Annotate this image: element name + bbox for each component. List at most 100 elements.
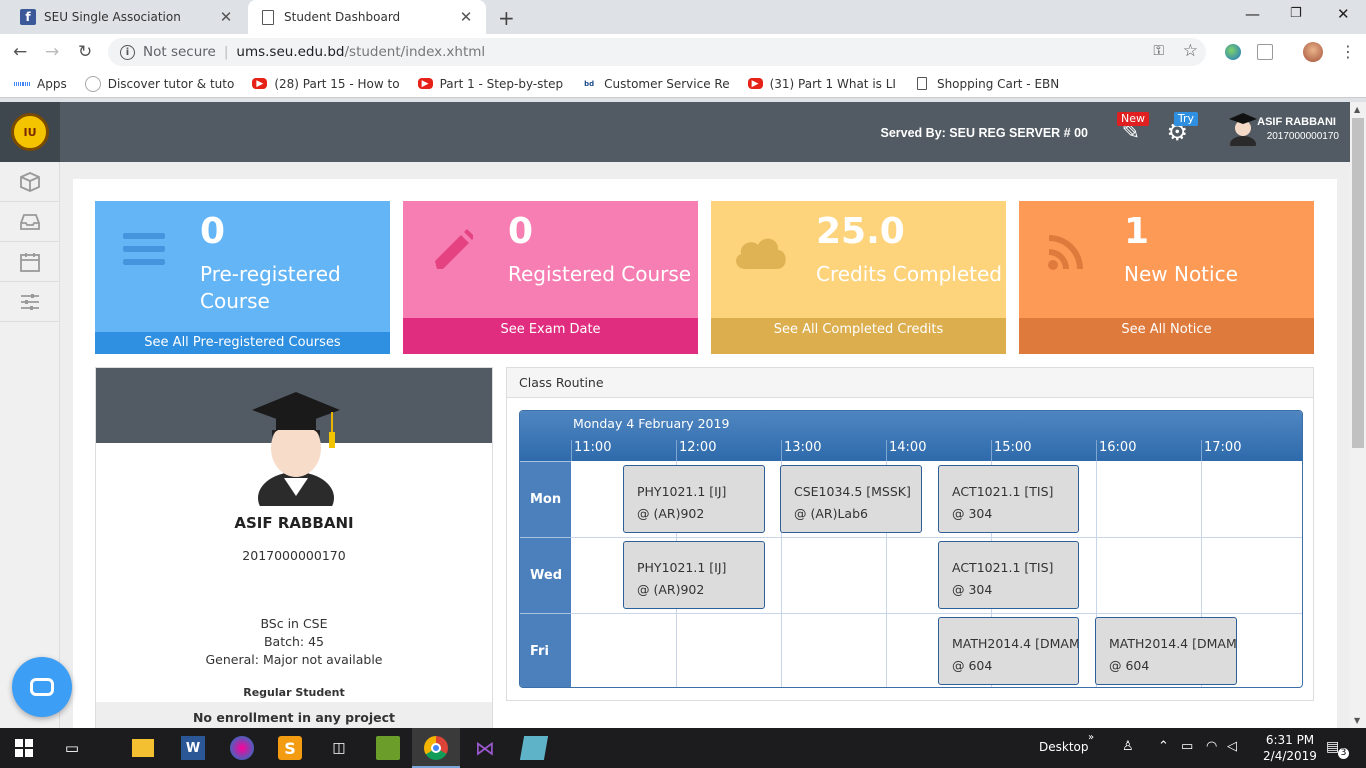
class-event[interactable]: PHY1021.1 [IJ] @ (AR)902 [623, 465, 765, 533]
battery-icon[interactable]: ▭ [1181, 739, 1193, 754]
desktop-toolbar-label[interactable]: Desktop [1039, 740, 1089, 754]
maximize-button[interactable]: ❐ [1290, 6, 1302, 21]
event-room: @ 304 [952, 582, 993, 597]
day-label-fri: Fri [520, 613, 571, 687]
key-icon[interactable]: ⚿ [1153, 43, 1164, 59]
people-icon[interactable]: ♙ [1122, 739, 1134, 754]
stat-card-notice[interactable]: 1 New Notice See All Notice [1019, 201, 1314, 354]
bookmark-apps[interactable]: Apps [14, 76, 67, 92]
header-user-name[interactable]: ASIF RABBANI [1257, 116, 1336, 128]
see-all-credits-link[interactable]: See All Completed Credits [711, 318, 1006, 354]
sidebar-item-calendar[interactable] [0, 242, 59, 282]
university-logo[interactable]: IU [0, 102, 60, 162]
stat-card-credits[interactable]: 25.0 Credits Completed See All Completed… [711, 201, 1006, 354]
new-tab-button[interactable]: + [498, 6, 515, 30]
main-content: 0 Pre-registered Course See All Pre-regi… [60, 162, 1350, 740]
reader-icon[interactable]: ◫ [327, 736, 351, 760]
chevron-icon[interactable]: » [1088, 732, 1094, 743]
close-tab-icon[interactable]: ✕ [218, 8, 234, 26]
bookmark-shopping-cart[interactable]: Shopping Cart - EBN [914, 76, 1059, 92]
file-explorer-icon[interactable] [132, 739, 154, 757]
windows-taskbar: ▭ W S ◫ ⋈ Desktop » ♙ ⌃ ▭ ◠ ◁ 6:31 PM 2/… [0, 728, 1366, 768]
close-tab-icon[interactable]: ✕ [458, 8, 474, 26]
minimize-button[interactable]: — [1245, 5, 1260, 23]
menu-dots-icon[interactable]: ⋮ [1340, 42, 1356, 61]
bookmark-label: (31) Part 1 What is LI [769, 76, 896, 91]
window-close-button[interactable]: ✕ [1337, 5, 1350, 23]
bookmark-youtube-part15[interactable]: ▶ (28) Part 15 - How to [252, 77, 400, 91]
class-event[interactable]: CSE1034.5 [MSSK] @ (AR)Lab6 [780, 465, 922, 533]
wifi-icon[interactable]: ◠ [1206, 739, 1217, 754]
profile-avatar-icon[interactable] [1303, 42, 1323, 62]
tab-title: Student Dashboard [284, 10, 401, 24]
see-all-notice-link[interactable]: See All Notice [1019, 318, 1314, 354]
chat-widget-button[interactable] [12, 657, 72, 717]
rss-icon [1048, 235, 1083, 270]
globe-extension-icon[interactable] [1225, 44, 1241, 60]
dashboard-panel: 0 Pre-registered Course See All Pre-regi… [73, 179, 1337, 740]
notepad-icon[interactable] [519, 736, 549, 760]
registered-label: Registered Course [508, 262, 692, 286]
sidebar-item-courses[interactable] [0, 162, 59, 202]
word-icon[interactable]: W [181, 736, 205, 760]
tools-icon[interactable] [376, 736, 400, 760]
see-exam-date-link[interactable]: See Exam Date [403, 318, 698, 354]
event-course: MATH2014.4 [DMAM] [952, 636, 1079, 651]
reload-icon[interactable]: ↻ [78, 42, 92, 62]
paint-icon[interactable] [230, 736, 254, 760]
tab-student-dashboard[interactable]: Student Dashboard ✕ [248, 0, 486, 34]
page-icon [260, 9, 276, 25]
class-event[interactable]: PHY1021.1 [IJ] @ (AR)902 [623, 541, 765, 609]
student-id: 2017000000170 [242, 548, 346, 563]
see-all-preregistered-link[interactable]: See All Pre-registered Courses [95, 332, 390, 354]
bookmark-youtube-li[interactable]: ▶ (31) Part 1 What is LI [747, 76, 896, 91]
sidebar-item-settings[interactable] [0, 282, 59, 322]
sidebar-item-inbox[interactable] [0, 202, 59, 242]
info-icon[interactable]: i [120, 44, 135, 60]
bookmark-youtube-part1[interactable]: ▶ Part 1 - Step-by-step [417, 77, 563, 91]
class-event[interactable]: MATH2014.4 [DMAM] @ 604 [1095, 617, 1237, 685]
cube-icon [19, 171, 40, 192]
tray-up-icon[interactable]: ⌃ [1158, 739, 1169, 754]
page-icon [914, 76, 930, 92]
class-event[interactable]: ACT1021.1 [TIS] @ 304 [938, 541, 1079, 609]
row-line [571, 613, 1302, 614]
pencil-icon [435, 229, 473, 269]
class-event[interactable]: MATH2014.4 [DMAM] @ 604 [938, 617, 1079, 685]
back-icon[interactable]: ← [13, 42, 27, 62]
event-course: ACT1021.1 [TIS] [952, 484, 1054, 499]
volume-icon[interactable]: ◁ [1227, 739, 1237, 754]
scrollbar-thumb[interactable] [1352, 118, 1364, 448]
sublime-icon[interactable]: S [278, 736, 302, 760]
windows-start-icon[interactable] [12, 736, 36, 760]
notification-count: 3 [1338, 748, 1349, 759]
task-view-icon[interactable]: ▭ [60, 736, 84, 760]
hour-label: 11:00 [571, 440, 611, 461]
forward-icon[interactable]: → [45, 42, 59, 62]
scroll-up-icon[interactable]: ▲ [1354, 105, 1360, 114]
student-avatar-icon [252, 392, 340, 506]
pdf-extension-icon[interactable] [1257, 44, 1273, 60]
event-room: @ 304 [952, 506, 993, 521]
bookmark-discover-tutor[interactable]: Discover tutor & tuto [84, 75, 234, 92]
stat-card-preregistered[interactable]: 0 Pre-registered Course See All Pre-regi… [95, 201, 390, 354]
chrome-icon[interactable] [424, 736, 448, 760]
scroll-down-icon[interactable]: ▼ [1354, 716, 1360, 725]
user-avatar-icon[interactable] [1228, 110, 1258, 146]
system-clock[interactable]: 6:31 PM 2/4/2019 [1258, 732, 1322, 764]
row-line [571, 537, 1302, 538]
class-event[interactable]: ACT1021.1 [TIS] @ 304 [938, 465, 1079, 533]
bookmark-customer-service[interactable]: bd Customer Service Re [581, 76, 729, 92]
left-sidebar [0, 162, 60, 728]
tab-title: SEU Single Association [44, 10, 181, 24]
event-room: @ (AR)Lab6 [794, 506, 868, 521]
page-scrollbar[interactable]: ▲ ▼ [1350, 102, 1366, 728]
profile-card: ASIF RABBANI 2017000000170 BSc in CSE Ba… [95, 367, 493, 740]
tab-seu-single-association[interactable]: f SEU Single Association ✕ [8, 0, 246, 34]
address-bar[interactable]: i Not secure | ums.seu.edu.bd/student/in… [108, 38, 1206, 66]
visual-studio-icon[interactable]: ⋈ [473, 736, 497, 760]
stat-card-registered[interactable]: 0 Registered Course See Exam Date [403, 201, 698, 354]
bookmark-star-icon[interactable]: ☆ [1183, 41, 1198, 61]
preregistered-count: 0 [200, 211, 226, 252]
browser-toolbar: ← → ↻ i Not secure | ums.seu.edu.bd/stud… [0, 34, 1366, 70]
